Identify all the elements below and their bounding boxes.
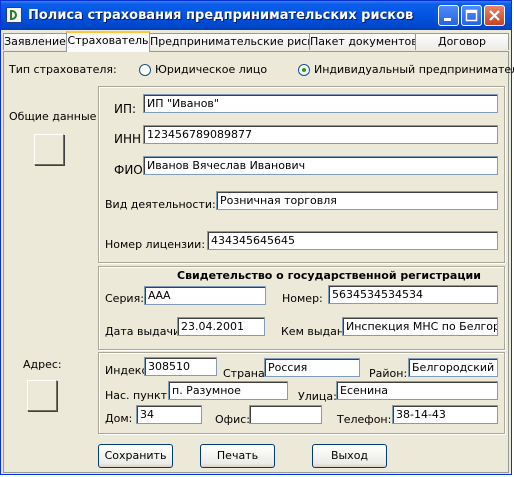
postal-index-field[interactable]: 308510 xyxy=(144,357,217,376)
app-icon xyxy=(6,7,22,23)
street-label: Улица: xyxy=(298,390,337,403)
radio-individual-entrepreneur[interactable] xyxy=(298,64,310,76)
number-label: Номер: xyxy=(282,292,323,305)
activity-field[interactable]: Розничная торговля xyxy=(216,191,498,210)
close-icon xyxy=(489,10,500,21)
general-data-label: Общие данные xyxy=(9,110,97,123)
main-window: Полиса страхования предпринимательских р… xyxy=(0,0,514,475)
address-button[interactable] xyxy=(27,380,57,411)
locality-label: Нас. пункт: xyxy=(105,389,171,402)
issued-by-field[interactable]: Инспекция МНС по Белгоро xyxy=(342,317,498,336)
tab-strip: Заявление Страхователь Предпринимательск… xyxy=(3,31,509,52)
issued-by-label: Кем выдан: xyxy=(281,325,348,338)
registration-heading: Свидетельство о государственной регистра… xyxy=(177,269,481,282)
locality-field[interactable]: п. Разумное xyxy=(168,381,288,400)
save-button[interactable]: Сохранить xyxy=(98,444,173,468)
print-button[interactable]: Печать xyxy=(200,444,275,468)
region-field[interactable]: Белгородский xyxy=(408,358,498,377)
house-field[interactable]: 34 xyxy=(136,405,202,424)
fio-label: ФИО: xyxy=(114,163,147,177)
license-label: Номер лицензии: xyxy=(105,238,206,251)
insurer-type-label: Тип страхователя: xyxy=(9,63,117,76)
region-label: Район: xyxy=(369,367,408,380)
maximize-button[interactable] xyxy=(461,5,482,26)
license-field[interactable]: 434345645645 xyxy=(207,231,498,250)
issue-date-field[interactable]: 23.04.2001 xyxy=(177,317,265,336)
street-field[interactable]: Есенина xyxy=(336,381,498,400)
number-field[interactable]: 5634534534534 xyxy=(328,285,498,304)
tab-business-risks[interactable]: Предпринимательские риски xyxy=(149,33,310,50)
house-label: Дом: xyxy=(105,412,133,425)
ip-label: ИП: xyxy=(114,102,137,116)
general-data-button[interactable] xyxy=(34,134,64,165)
series-field[interactable]: ААА xyxy=(144,286,266,305)
tab-contract[interactable]: Договор xyxy=(415,33,509,50)
exit-button[interactable]: Выход xyxy=(312,444,387,468)
ip-field[interactable]: ИП "Иванов" xyxy=(143,94,498,113)
fio-field[interactable]: Иванов Вячеслав Иванович xyxy=(143,156,498,175)
phone-field[interactable]: 38-14-43 xyxy=(392,405,498,424)
tab-application[interactable]: Заявление xyxy=(3,33,67,50)
series-label: Серия: xyxy=(105,292,144,305)
radio-legal-entity-label[interactable]: Юридическое лицо xyxy=(155,63,267,76)
country-field[interactable]: Россия xyxy=(264,358,360,377)
tab-documents[interactable]: Пакет документов xyxy=(309,33,416,50)
phone-label: Телефон: xyxy=(337,413,392,426)
office-field[interactable] xyxy=(249,405,322,424)
maximize-icon xyxy=(465,9,478,22)
minimize-button[interactable] xyxy=(438,5,459,26)
country-label: Страна: xyxy=(223,367,269,380)
address-label: Адрес: xyxy=(23,358,62,371)
tab-insurer[interactable]: Страхователь xyxy=(66,31,150,52)
inn-field[interactable]: 123456789089877 xyxy=(143,125,498,144)
window-title: Полиса страхования предпринимательских р… xyxy=(28,8,414,23)
close-button[interactable] xyxy=(484,5,505,26)
inn-label: ИНН xyxy=(114,132,142,146)
radio-individual-entrepreneur-label[interactable]: Индивидуальный предприниматель xyxy=(314,63,514,76)
activity-label: Вид деятельности: xyxy=(105,198,216,211)
issue-date-label: Дата выдачи: xyxy=(105,325,184,338)
title-bar[interactable]: Полиса страхования предпринимательских р… xyxy=(1,1,511,30)
office-label: Офис: xyxy=(215,413,250,426)
radio-legal-entity[interactable] xyxy=(139,64,151,76)
minimize-icon xyxy=(444,18,451,21)
